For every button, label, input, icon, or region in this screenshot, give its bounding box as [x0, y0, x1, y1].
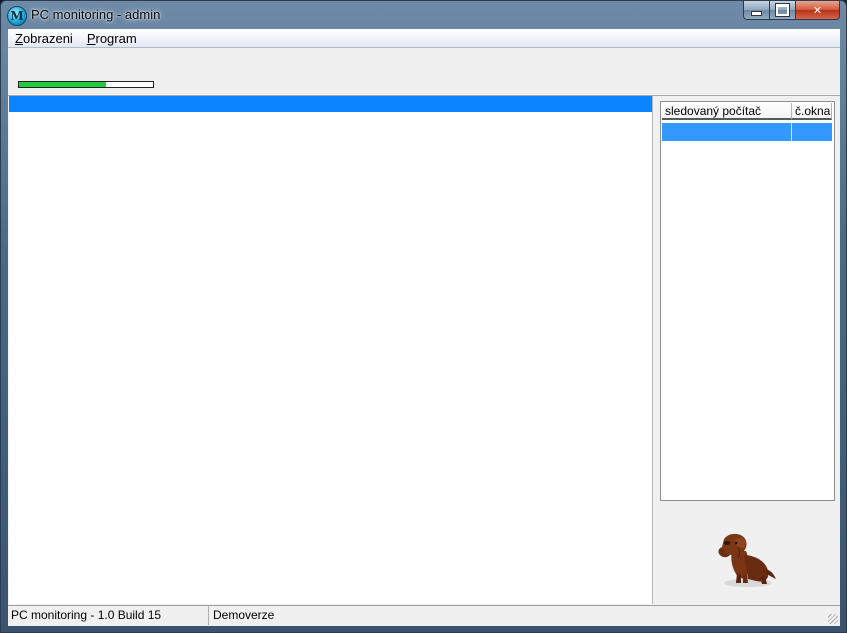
menu-zobrazeni-label: obrazeni: [22, 31, 73, 46]
progress-bar: [18, 81, 154, 88]
grid-header: sledovaný počítač č.okna: [662, 103, 832, 121]
client-area: Zobrazeni Program sledovaný počítač č.ok…: [8, 29, 840, 626]
app-window: M PC monitoring - admin ✕ Zobrazeni Prog…: [0, 0, 847, 633]
menu-program-label: rogram: [95, 31, 137, 46]
menu-zobrazeni-accel: Z: [15, 31, 23, 46]
status-edition: Demoverze: [213, 608, 275, 622]
status-version: PC monitoring - 1.0 Build 15: [8, 606, 209, 625]
minimize-icon: [751, 10, 762, 16]
table-cell[interactable]: [792, 123, 832, 141]
window-title: PC monitoring - admin: [31, 7, 161, 22]
computers-grid[interactable]: sledovaný počítač č.okna: [660, 101, 835, 501]
column-header-window-no[interactable]: č.okna: [792, 103, 832, 120]
caption-buttons: ✕: [743, 1, 840, 20]
menu-program-accel: P: [86, 31, 96, 46]
minimize-button[interactable]: [743, 1, 770, 20]
resize-grip[interactable]: [828, 614, 838, 624]
monitor-view[interactable]: [9, 96, 653, 604]
menu-program[interactable]: Program: [80, 29, 144, 47]
toolbar: [8, 48, 840, 96]
column-header-computer[interactable]: sledovaný počítač: [662, 103, 792, 120]
dachshund-dog-icon: [718, 533, 776, 587]
monitoring-app-icon[interactable]: M: [7, 6, 27, 26]
maximize-button[interactable]: [770, 1, 796, 20]
maximize-icon: [776, 4, 789, 16]
close-icon: ✕: [812, 3, 823, 17]
title-bar[interactable]: M PC monitoring - admin ✕: [1, 1, 846, 29]
menu-zobrazeni[interactable]: Zobrazeni: [8, 29, 80, 47]
menu-bar: Zobrazeni Program: [8, 29, 840, 48]
status-bar: PC monitoring - 1.0 Build 15 Demoverze: [8, 605, 840, 626]
progress-fill: [19, 82, 107, 87]
right-panel: sledovaný počítač č.okna: [654, 96, 840, 604]
table-cell[interactable]: [662, 123, 792, 141]
close-button[interactable]: ✕: [796, 1, 840, 20]
selected-row[interactable]: [9, 96, 652, 112]
table-row[interactable]: [662, 123, 832, 141]
